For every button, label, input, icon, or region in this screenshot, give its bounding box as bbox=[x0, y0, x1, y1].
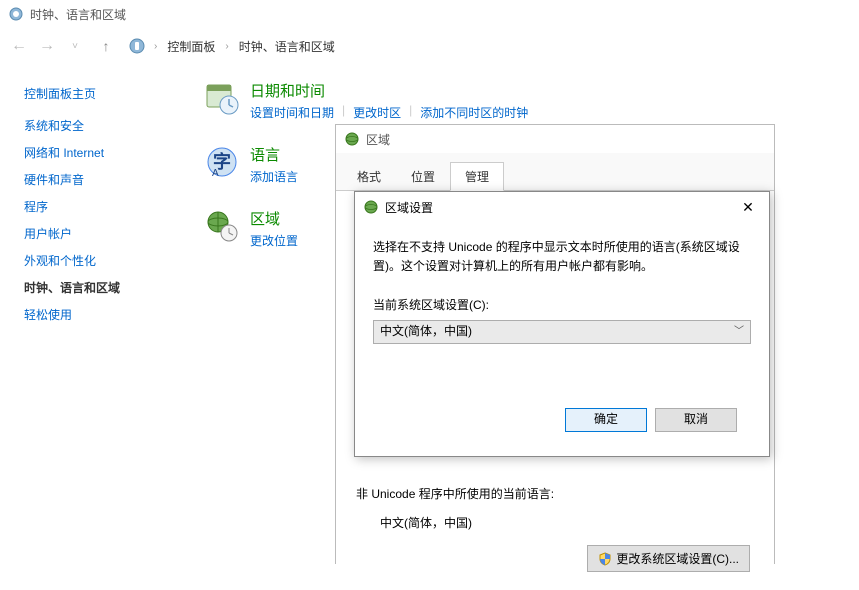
shield-icon bbox=[598, 552, 612, 566]
locale-select[interactable]: 中文(简体，中国) ﹀ bbox=[373, 320, 751, 344]
non-unicode-label: 非 Unicode 程序中所使用的当前语言: bbox=[356, 485, 754, 502]
change-system-locale-label: 更改系统区域设置(C)... bbox=[616, 550, 739, 567]
section-title-region[interactable]: 区域 bbox=[250, 208, 298, 229]
sidebar-item-ease-of-access[interactable]: 轻松使用 bbox=[16, 301, 196, 328]
separator: | bbox=[334, 103, 353, 122]
link-set-date-time[interactable]: 设置时间和日期 bbox=[250, 103, 334, 122]
dialog-titlebar[interactable]: 区域设置 ✕ bbox=[355, 192, 769, 222]
up-button[interactable]: ↑ bbox=[96, 36, 116, 56]
tabs: 格式 位置 管理 bbox=[336, 153, 774, 191]
non-unicode-value: 中文(简体，中国) bbox=[356, 508, 754, 545]
window-title: 时钟、语言和区域 bbox=[30, 6, 126, 23]
toolbar: ← → ˅ ↑ › 控制面板 › 时钟、语言和区域 bbox=[0, 28, 859, 64]
dialog-body: 选择在不支持 Unicode 的程序中显示文本时所使用的语言(系统区域设置)。这… bbox=[355, 222, 769, 456]
window-titlebar: 时钟、语言和区域 bbox=[0, 0, 859, 28]
sidebar-item-network[interactable]: 网络和 Internet bbox=[16, 139, 196, 166]
calendar-clock-icon bbox=[204, 80, 240, 116]
breadcrumb-clock-lang-region[interactable]: 时钟、语言和区域 bbox=[237, 36, 337, 57]
control-panel-icon bbox=[8, 6, 24, 22]
tab-format[interactable]: 格式 bbox=[342, 162, 396, 191]
section-title-language[interactable]: 语言 bbox=[250, 144, 298, 165]
back-button[interactable]: ← bbox=[8, 35, 30, 57]
link-change-location[interactable]: 更改位置 bbox=[250, 231, 298, 250]
sidebar-item-clock-lang-region[interactable]: 时钟、语言和区域 bbox=[16, 274, 196, 301]
region-window-titlebar: 区域 bbox=[336, 125, 774, 153]
sidebar-item-programs[interactable]: 程序 bbox=[16, 193, 196, 220]
forward-button[interactable]: → bbox=[36, 35, 58, 57]
breadcrumb: › 控制面板 › 时钟、语言和区域 bbox=[128, 36, 337, 57]
link-change-timezone[interactable]: 更改时区 bbox=[353, 103, 401, 122]
sidebar: 控制面板主页 系统和安全 网络和 Internet 硬件和声音 程序 用户帐户 … bbox=[16, 72, 196, 328]
cancel-button[interactable]: 取消 bbox=[655, 408, 737, 432]
link-add-clocks[interactable]: 添加不同时区的时钟 bbox=[420, 103, 528, 122]
chevron-right-icon[interactable]: › bbox=[221, 41, 232, 52]
sidebar-home[interactable]: 控制面板主页 bbox=[16, 80, 196, 112]
region-settings-dialog: 区域设置 ✕ 选择在不支持 Unicode 的程序中显示文本时所使用的语言(系统… bbox=[354, 191, 770, 457]
change-system-locale-button[interactable]: 更改系统区域设置(C)... bbox=[587, 545, 750, 572]
control-panel-icon[interactable] bbox=[128, 37, 146, 55]
svg-text:A: A bbox=[212, 168, 219, 179]
dialog-description: 选择在不支持 Unicode 的程序中显示文本时所使用的语言(系统区域设置)。这… bbox=[373, 238, 751, 276]
language-icon: 字A bbox=[204, 144, 240, 180]
chevron-down-icon: ﹀ bbox=[734, 324, 744, 340]
section-title-date-time[interactable]: 日期和时间 bbox=[250, 80, 528, 101]
link-add-language[interactable]: 添加语言 bbox=[250, 167, 298, 186]
globe-icon bbox=[344, 131, 360, 147]
close-button[interactable]: ✕ bbox=[733, 196, 763, 218]
globe-clock-icon bbox=[204, 208, 240, 244]
sidebar-item-appearance[interactable]: 外观和个性化 bbox=[16, 247, 196, 274]
sidebar-item-users[interactable]: 用户帐户 bbox=[16, 220, 196, 247]
tab-admin[interactable]: 管理 bbox=[450, 162, 504, 191]
sidebar-item-hardware[interactable]: 硬件和声音 bbox=[16, 166, 196, 193]
section-date-time: 日期和时间 设置时间和日期 | 更改时区 | 添加不同时区的时钟 bbox=[204, 80, 843, 122]
region-window-title: 区域 bbox=[366, 131, 390, 148]
dialog-title: 区域设置 bbox=[385, 199, 433, 216]
sidebar-item-system-security[interactable]: 系统和安全 bbox=[16, 112, 196, 139]
locale-field-label: 当前系统区域设置(C): bbox=[373, 296, 751, 315]
breadcrumb-control-panel[interactable]: 控制面板 bbox=[165, 36, 217, 57]
chevron-right-icon[interactable]: › bbox=[150, 41, 161, 52]
ok-button[interactable]: 确定 bbox=[565, 408, 647, 432]
globe-icon bbox=[363, 199, 379, 215]
tab-location[interactable]: 位置 bbox=[396, 162, 450, 191]
recent-dropdown-icon[interactable]: ˅ bbox=[64, 35, 86, 57]
separator: | bbox=[401, 103, 420, 122]
locale-select-value: 中文(简体，中国) bbox=[380, 322, 472, 341]
